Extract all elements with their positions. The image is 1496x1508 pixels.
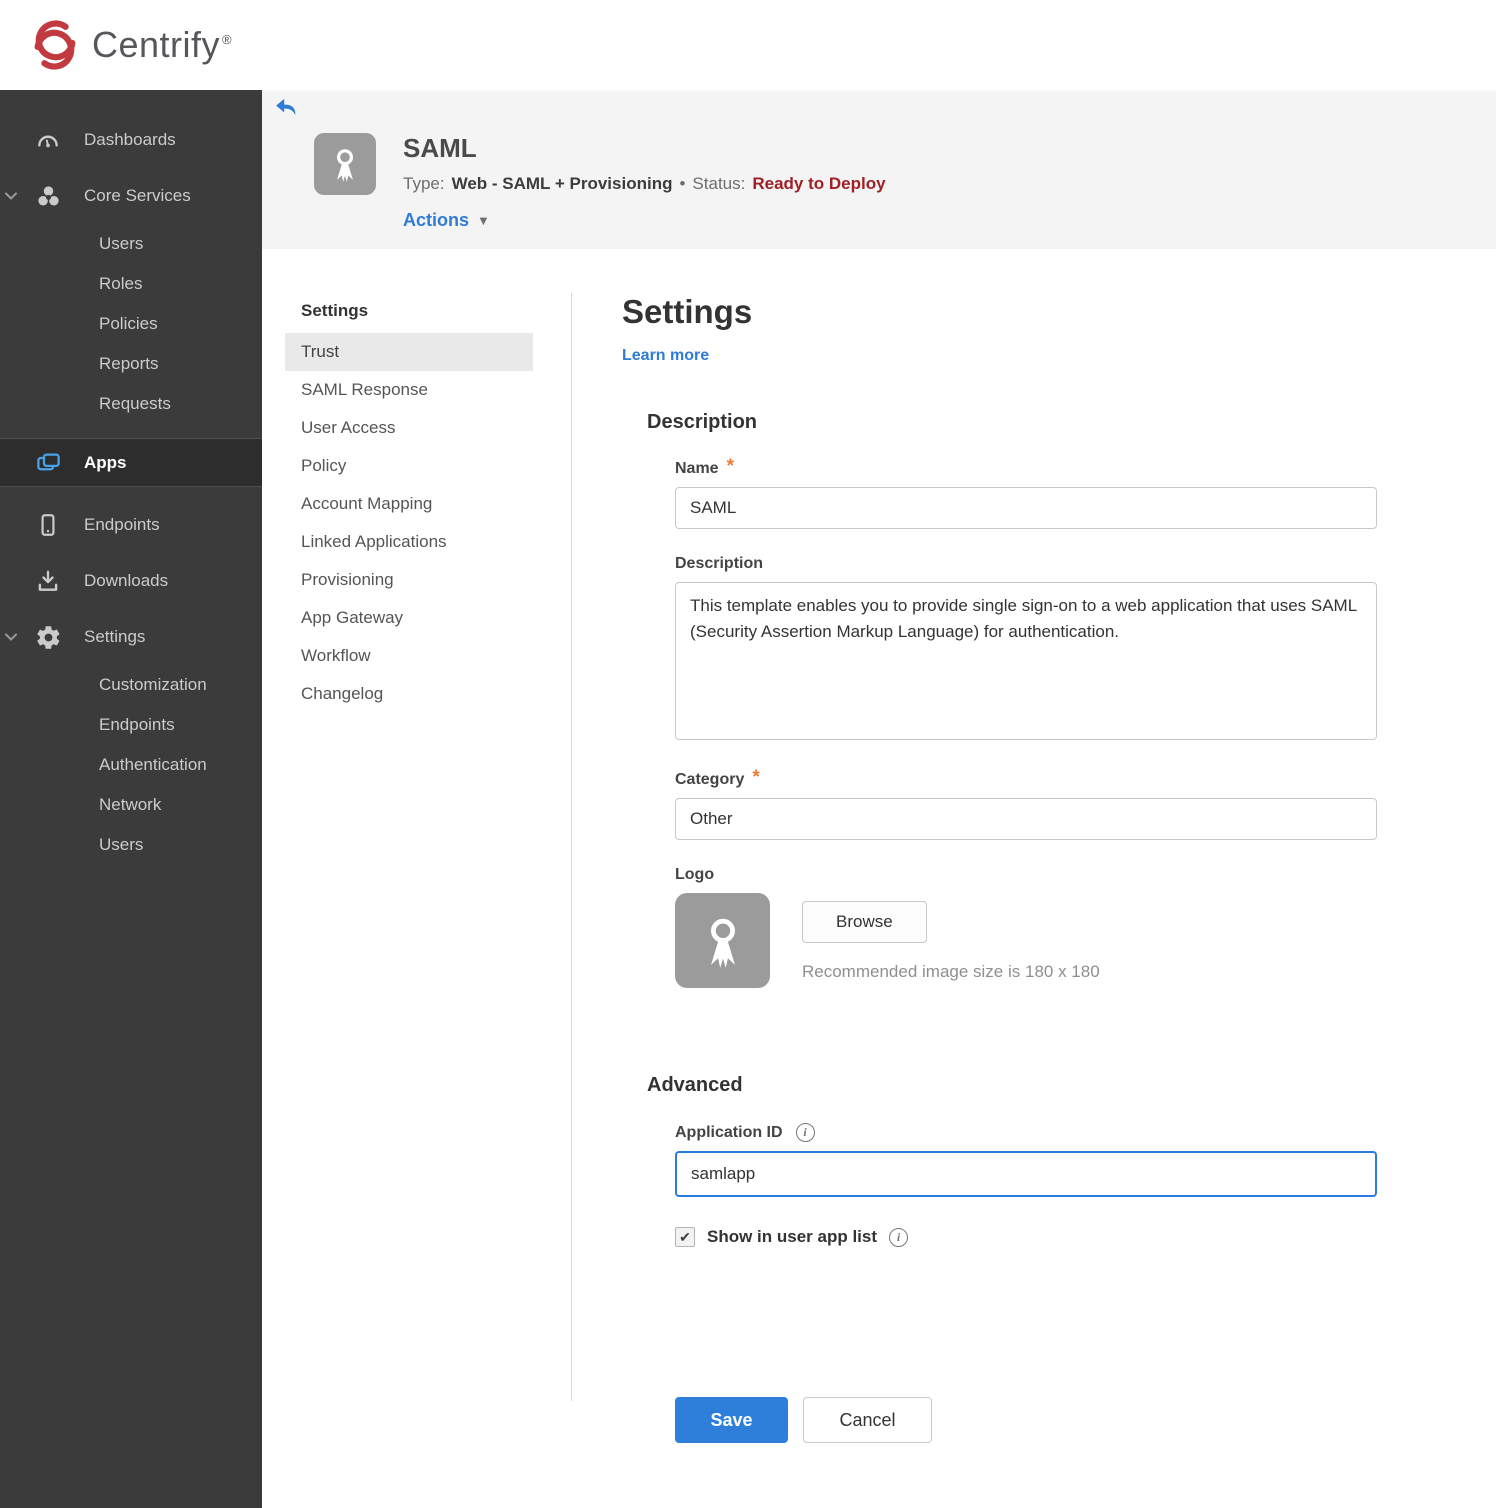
subnav-item-saml-response[interactable]: SAML Response [285,371,533,409]
description-label: Description [675,555,764,572]
required-marker: * [726,456,734,477]
save-button[interactable]: Save [675,1397,788,1443]
status-value: Ready to Deploy [752,174,886,193]
registered-mark: ® [222,32,233,47]
app-title: SAML [403,133,477,163]
application-id-field[interactable] [675,1151,1377,1197]
app-meta: Type: Web - SAML + Provisioning • Status… [403,174,886,194]
centrify-logo: Centrify ® [30,20,232,70]
sidebar-item-core-services[interactable]: Core Services [0,168,262,224]
sidebar-item-settings[interactable]: Settings [0,609,262,665]
centrify-admin-app: Centrify ® Dashboards Core Services User… [0,0,1496,1508]
subnav-item-policy[interactable]: Policy [285,447,533,485]
sidebar-item-reports[interactable]: Reports [0,344,262,384]
show-in-user-app-list-label: Show in user app list [707,1227,878,1246]
sidebar-item-users[interactable]: Users [0,224,262,264]
chevron-down-icon [0,192,22,200]
core-services-icon [30,183,66,210]
sidebar-item-authentication[interactable]: Authentication [0,745,262,785]
sidebar-item-policies[interactable]: Policies [0,304,262,344]
sidebar-item-customization[interactable]: Customization [0,665,262,705]
actions-label: Actions [403,210,470,230]
info-icon[interactable]: i [795,1123,815,1142]
logo-ribbon-icon [675,893,770,988]
description-field[interactable]: This template enables you to provide sin… [675,582,1377,740]
name-field[interactable] [675,487,1377,529]
browse-button[interactable]: Browse [802,901,927,943]
page-title: Settings [622,293,753,330]
gear-icon [30,624,66,651]
subnav-item-app-gateway[interactable]: App Gateway [285,599,533,637]
type-value: Web - SAML + Provisioning [451,174,673,193]
download-icon [30,568,66,594]
settings-form: Settings Learn more Description Name * D… [622,293,1380,1463]
sidebar: Dashboards Core Services Users Roles Pol… [0,90,262,1508]
caret-down-icon: ▼ [477,213,490,228]
brand-name: Centrify ® [92,24,233,65]
top-bar: Centrify ® [0,0,1496,90]
cancel-button[interactable]: Cancel [803,1397,932,1443]
actions-dropdown[interactable]: Actions ▼ [403,210,886,231]
app-ribbon-icon [314,133,376,195]
description-section-heading: Description [647,411,758,433]
type-label: Type: [403,174,445,193]
subnav-item-linked-applications[interactable]: Linked Applications [285,523,533,561]
info-icon[interactable]: i [889,1227,909,1247]
settings-subnav: Settings Trust SAML Response User Access… [285,293,533,1463]
sidebar-item-settings-endpoints[interactable]: Endpoints [0,705,262,745]
phone-icon [30,512,66,538]
app-header: SAML Type: Web - SAML + Provisioning • S… [262,90,1496,249]
learn-more-link[interactable]: Learn more [622,347,709,365]
sidebar-item-requests[interactable]: Requests [0,384,262,424]
name-label: Name * [675,456,734,477]
centrify-spiral-icon [30,20,80,70]
sidebar-item-settings-users[interactable]: Users [0,825,262,865]
advanced-section-heading: Advanced [647,1074,743,1096]
description-section: Description Name * Description This temp… [622,411,1380,988]
show-in-user-app-list-checkbox[interactable] [675,1227,695,1247]
sidebar-item-roles[interactable]: Roles [0,264,262,304]
apps-icon [30,449,66,476]
subnav-heading: Settings [301,301,369,320]
subnav-item-workflow[interactable]: Workflow [285,637,533,675]
required-marker: * [752,767,760,788]
sidebar-item-dashboards[interactable]: Dashboards [0,112,262,168]
meta-separator: • [679,174,686,193]
subnav-item-user-access[interactable]: User Access [285,409,533,447]
status-label: Status: [692,174,746,193]
gauge-icon [30,127,66,153]
sidebar-item-endpoints[interactable]: Endpoints [0,497,262,553]
vertical-divider [571,293,572,1401]
subnav-item-changelog[interactable]: Changelog [285,675,533,713]
sidebar-item-apps[interactable]: Apps [0,438,262,487]
category-label: Category * [675,767,760,788]
sidebar-item-network[interactable]: Network [0,785,262,825]
back-arrow-icon[interactable] [275,98,297,116]
application-id-label: Application ID i [675,1123,1377,1142]
subnav-item-account-mapping[interactable]: Account Mapping [285,485,533,523]
subnav-item-provisioning[interactable]: Provisioning [285,561,533,599]
subnav-item-trust[interactable]: Trust [285,333,533,371]
category-field[interactable] [675,798,1377,840]
chevron-down-icon [0,633,22,641]
logo-size-hint: Recommended image size is 180 x 180 [802,962,1100,981]
sidebar-item-downloads[interactable]: Downloads [0,553,262,609]
logo-label: Logo [675,866,715,883]
advanced-section: Advanced Application ID i Show in user a… [622,1074,1380,1443]
